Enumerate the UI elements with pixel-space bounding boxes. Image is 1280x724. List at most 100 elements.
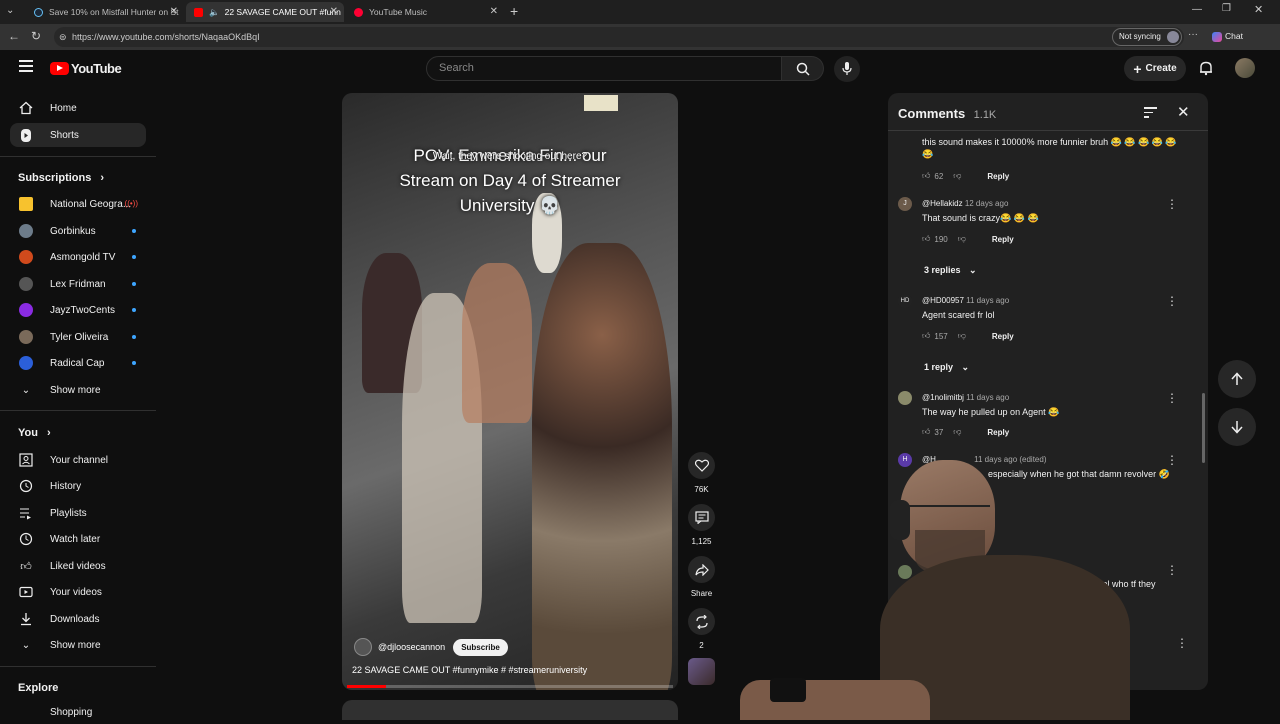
sidebar-sub-radical-cap[interactable]: Radical Cap (10, 351, 146, 375)
thumbs-up-icon[interactable]: 👍︎ (922, 331, 930, 341)
remix-button[interactable]: 2 (688, 608, 715, 650)
sidebar-show-more-subscriptions[interactable]: ⌄ Show more (10, 378, 146, 402)
browser-tab-youtube-short[interactable]: 🔈 22 SAVAGE CAME OUT #funn ✕ (186, 2, 344, 22)
view-replies-button[interactable]: 1 reply ⌄ (924, 362, 969, 373)
back-icon[interactable]: ← (8, 29, 20, 43)
comment-more-icon[interactable]: ⋮ (1166, 563, 1178, 577)
close-window-button[interactable]: ✕ (1254, 3, 1263, 16)
voice-search-button[interactable] (834, 56, 860, 82)
profile-avatar-icon (1167, 31, 1179, 43)
channel-avatar (19, 197, 33, 211)
comment-more-icon[interactable]: ⋮ (1166, 453, 1178, 467)
reply-button[interactable]: Reply (992, 332, 1014, 341)
hamburger-menu-icon[interactable] (19, 60, 33, 72)
comment-more-icon[interactable]: ⋮ (1166, 197, 1178, 211)
speaker-icon[interactable]: 🔈 (209, 7, 220, 18)
sidebar-item-your-videos[interactable]: Your videos (10, 580, 146, 604)
sync-button[interactable]: Not syncing (1112, 28, 1182, 46)
comment-more-icon[interactable]: ⋮ (1176, 636, 1188, 650)
address-input[interactable]: ⊜ https://www.youtube.com/shorts/NaqaaOK… (54, 27, 1184, 47)
comment-author[interactable]: @1nolimitbj (922, 393, 964, 402)
copilot-chat-button[interactable]: Chat (1212, 31, 1243, 42)
reply-button[interactable]: Reply (987, 428, 1009, 437)
sidebar-sub-lex-fridman[interactable]: Lex Fridman (10, 272, 146, 296)
sidebar-item-label: History (50, 480, 82, 492)
like-button[interactable]: 76K (688, 452, 715, 494)
maximize-window-button[interactable]: ❐ (1222, 3, 1231, 14)
close-tab-icon[interactable]: ✕ (170, 6, 178, 17)
browser-tab-steam[interactable]: Save 10% on Mistfall Hunter on St ✕ (26, 2, 184, 22)
sidebar-sub-jayztwocents[interactable]: JayzTwoCents (10, 298, 146, 322)
plus-icon: + (1133, 60, 1142, 77)
close-tab-icon[interactable]: ✕ (490, 6, 498, 17)
refresh-icon[interactable]: ↻ (31, 29, 41, 43)
previous-short-button[interactable] (1218, 360, 1256, 398)
account-avatar[interactable] (1235, 58, 1255, 78)
sound-avatar[interactable] (688, 658, 715, 685)
sidebar-item-shopping[interactable]: Shopping (10, 700, 146, 724)
comment-time[interactable]: 11 days ago (966, 393, 1009, 402)
close-tab-icon[interactable]: ✕ (330, 6, 338, 17)
search-button[interactable] (782, 56, 824, 81)
comment-more-icon[interactable]: ⋮ (1166, 294, 1178, 308)
commenter-avatar[interactable]: HD (898, 294, 912, 308)
sidebar-item-your-channel[interactable]: Your channel (10, 448, 146, 472)
commenter-avatar[interactable] (898, 391, 912, 405)
notifications-bell-icon[interactable] (1199, 61, 1213, 76)
thumbs-down-icon[interactable]: 👎︎ (953, 171, 961, 181)
more-menu-icon[interactable]: ··· (1188, 29, 1198, 40)
comment-author[interactable]: @HD00957 (922, 296, 964, 305)
sidebar-item-home[interactable]: Home (10, 96, 146, 120)
reply-button[interactable]: Reply (992, 235, 1014, 244)
browser-tab-youtube-music[interactable]: YouTube Music ✕ (346, 2, 504, 22)
sidebar-show-more-you[interactable]: ⌄ Show more (10, 633, 146, 657)
reply-button[interactable]: Reply (987, 172, 1009, 181)
youtube-logo-text: YouTube (71, 61, 122, 76)
commenter-avatar[interactable]: J (898, 197, 912, 211)
sidebar-item-shorts[interactable]: Shorts (10, 123, 146, 147)
youtube-logo[interactable]: YouTube (50, 61, 122, 76)
subscriptions-heading[interactable]: Subscriptions › (18, 172, 104, 184)
sidebar-sub-asmongold-tv[interactable]: Asmongold TV (10, 245, 146, 269)
subscribe-button[interactable]: Subscribe (453, 638, 508, 656)
next-short-preview[interactable] (342, 700, 678, 720)
channel-name[interactable]: @djloosecannon (378, 642, 445, 652)
thumbs-up-icon[interactable]: 👍︎ (922, 234, 930, 244)
thumbs-down-icon[interactable]: 👎︎ (958, 331, 966, 341)
thumbs-up-icon[interactable]: 👍︎ (922, 171, 930, 181)
you-heading[interactable]: You › (18, 427, 51, 439)
sidebar-sub-tyler-oliveira[interactable]: Tyler Oliveira (10, 325, 146, 349)
thumbs-up-icon[interactable]: 👍︎ (922, 427, 930, 437)
sidebar-item-watch-later[interactable]: Watch later (10, 527, 146, 551)
next-short-button[interactable] (1218, 408, 1256, 446)
sidebar-item-liked-videos[interactable]: 👍︎ Liked videos (10, 554, 146, 578)
sidebar-item-history[interactable]: History (10, 474, 146, 498)
sidebar-item-playlists[interactable]: Playlists (10, 501, 146, 525)
thumbs-down-icon[interactable]: 👎︎ (958, 234, 966, 244)
comment-time[interactable]: 12 days ago (965, 199, 1009, 208)
view-replies-button[interactable]: 3 replies ⌄ (924, 265, 977, 276)
comments-scrollbar[interactable] (1202, 393, 1205, 463)
sort-comments-icon[interactable] (1144, 107, 1157, 118)
tab-list-icon[interactable]: ⌄ (6, 5, 14, 16)
video-progress-track[interactable] (347, 685, 673, 688)
comment-author[interactable]: @Hellakidz (922, 199, 963, 208)
tab-title: Save 10% on Mistfall Hunter on St (49, 7, 179, 17)
site-info-icon[interactable]: ⊜ (59, 27, 67, 47)
comments-button[interactable]: 1,125 (688, 504, 715, 546)
thumbs-down-icon[interactable]: 👎︎ (953, 427, 961, 437)
share-button[interactable]: Share (688, 556, 715, 598)
new-tab-button[interactable]: + (510, 3, 518, 19)
channel-avatar[interactable] (354, 638, 372, 656)
sidebar-sub-gorbinkus[interactable]: Gorbinkus (10, 219, 146, 243)
sidebar-sub-national-geographic[interactable]: National Geogra... ((•)) (10, 192, 146, 216)
minimize-window-button[interactable]: — (1192, 4, 1202, 15)
sidebar-item-downloads[interactable]: Downloads (10, 607, 146, 631)
create-button[interactable]: + Create (1124, 56, 1186, 81)
comment-time[interactable]: 11 days ago (966, 296, 1009, 305)
close-comments-icon[interactable]: ✕ (1177, 103, 1190, 121)
arrow-down-icon (1231, 421, 1243, 434)
search-input[interactable]: Search (426, 56, 782, 81)
shorts-video-player[interactable]: POV: Emmerika Fin... our Stream on Day 4… (342, 93, 678, 690)
comment-more-icon[interactable]: ⋮ (1166, 391, 1178, 405)
